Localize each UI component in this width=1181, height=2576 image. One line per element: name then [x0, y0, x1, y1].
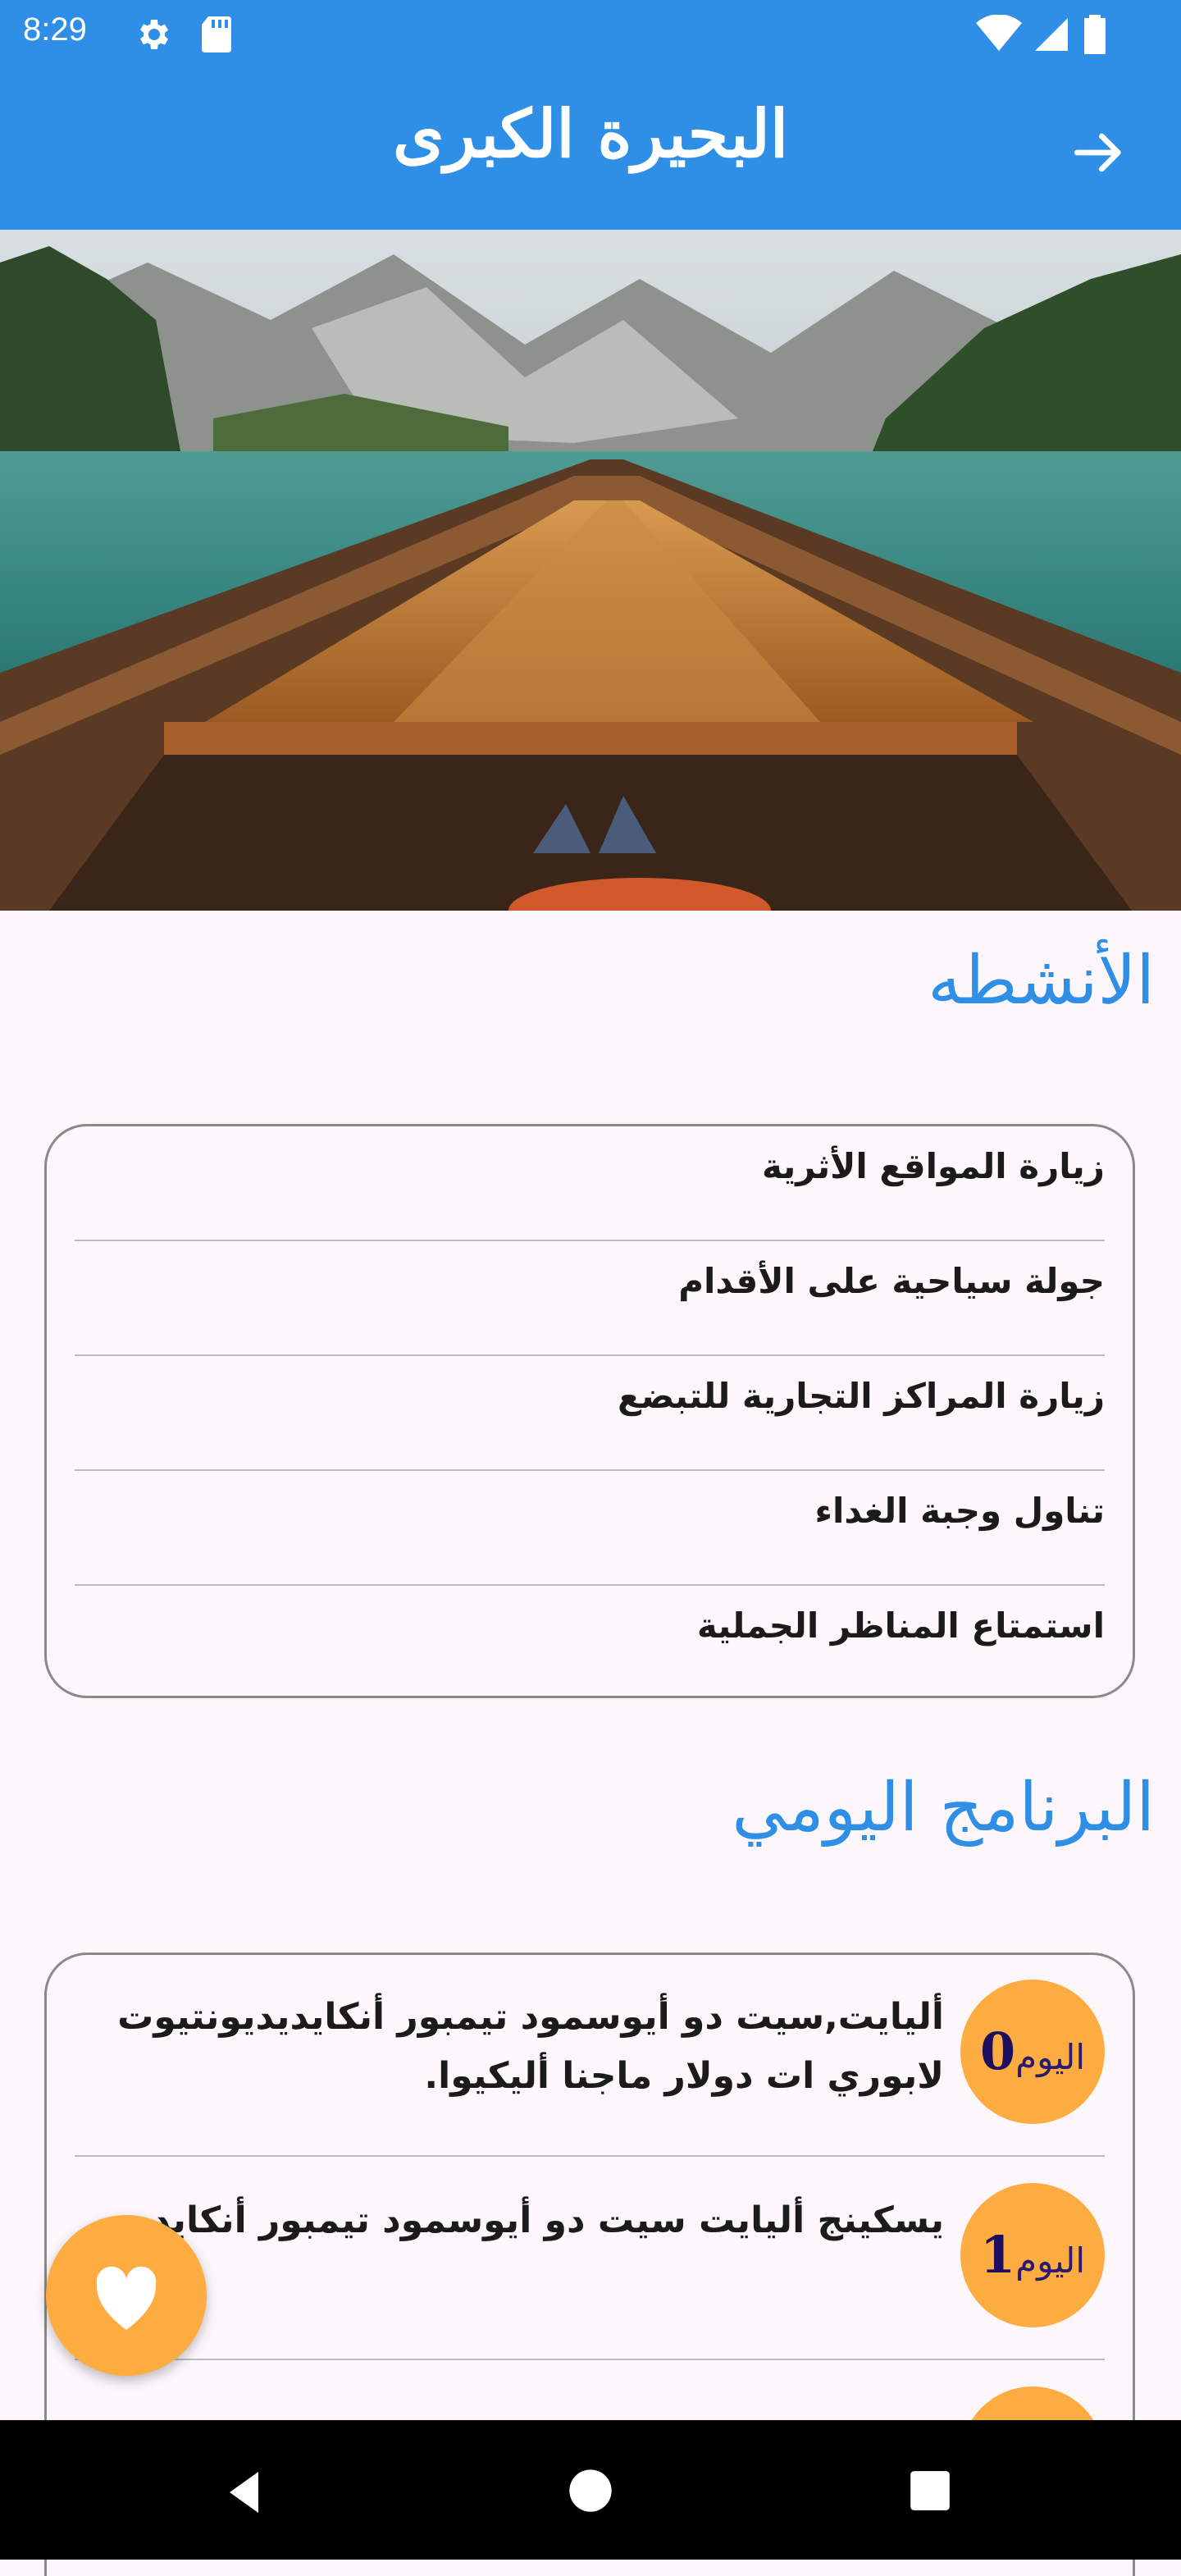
list-item[interactable]: جولة سياحية على الأقدام — [75, 1241, 1105, 1356]
day-badge: اليوم1 — [960, 2183, 1105, 2327]
wifi-icon — [976, 14, 1022, 57]
day-badge-label: اليوم — [1015, 2037, 1085, 2077]
day-description: أليايت,سيت دو أيوسمود تيمبور أنكايديديون… — [117, 1996, 944, 2097]
hero-image — [0, 230, 1181, 911]
list-item[interactable]: تناول وجبة الغداء — [75, 1471, 1105, 1586]
app-bar: البحيرة الكبرى — [0, 71, 1181, 230]
favorite-button[interactable] — [46, 2215, 207, 2376]
activity-label: تناول وجبة الغداء — [814, 1491, 1105, 1531]
back-button[interactable] — [1066, 120, 1132, 185]
list-item[interactable]: اليوم1 يسكينج أليايت سيت دو أيوسمود تيمب… — [75, 2158, 1105, 2360]
day-badge-label: اليوم — [1015, 2240, 1085, 2281]
navigation-bar — [0, 2420, 1181, 2560]
arrow-right-icon — [1074, 133, 1121, 172]
day-description: يسكينج أليايت سيت دو أيوسمود تيمبور أنكا… — [124, 2199, 944, 2241]
recents-square-icon[interactable] — [909, 2469, 951, 2512]
settings-icon — [133, 15, 172, 57]
page-title: البحيرة الكبرى — [392, 95, 789, 172]
activity-label: زيارة المواقع الأثرية — [762, 1146, 1105, 1186]
heart-icon — [96, 2266, 157, 2330]
list-item[interactable]: اليوم0 أليايت,سيت دو أيوسمود تيمبور أنكا… — [75, 1955, 1105, 2157]
sd-card-icon — [198, 15, 235, 57]
activity-label: جولة سياحية على الأقدام — [678, 1261, 1105, 1301]
home-circle-icon[interactable] — [568, 2468, 613, 2514]
list-item[interactable]: زيارة المراكز التجارية للتبضع — [75, 1356, 1105, 1471]
back-triangle-icon[interactable] — [221, 2468, 271, 2517]
activities-card: زيارة المواقع الأثرية جولة سياحية على ال… — [44, 1124, 1135, 1698]
daily-program-title: البرنامج اليومي — [732, 1769, 1155, 1847]
list-item[interactable]: زيارة المواقع الأثرية — [75, 1126, 1105, 1241]
status-time: 8:29 — [23, 11, 87, 48]
status-bar: 8:29 — [0, 0, 1181, 71]
battery-icon — [1083, 15, 1107, 57]
activities-title: الأنشطه — [928, 942, 1155, 1020]
day-badge-number: 0 — [980, 2021, 1016, 2081]
activity-label: زيارة المراكز التجارية للتبضع — [617, 1376, 1105, 1416]
signal-icon — [1032, 15, 1071, 57]
day-badge-number: 1 — [980, 2225, 1016, 2285]
activity-label: استمتاع المناظر الجملية — [696, 1605, 1105, 1646]
day-badge: اليوم0 — [960, 1980, 1105, 2124]
list-item[interactable]: استمتاع المناظر الجملية — [75, 1586, 1105, 1701]
